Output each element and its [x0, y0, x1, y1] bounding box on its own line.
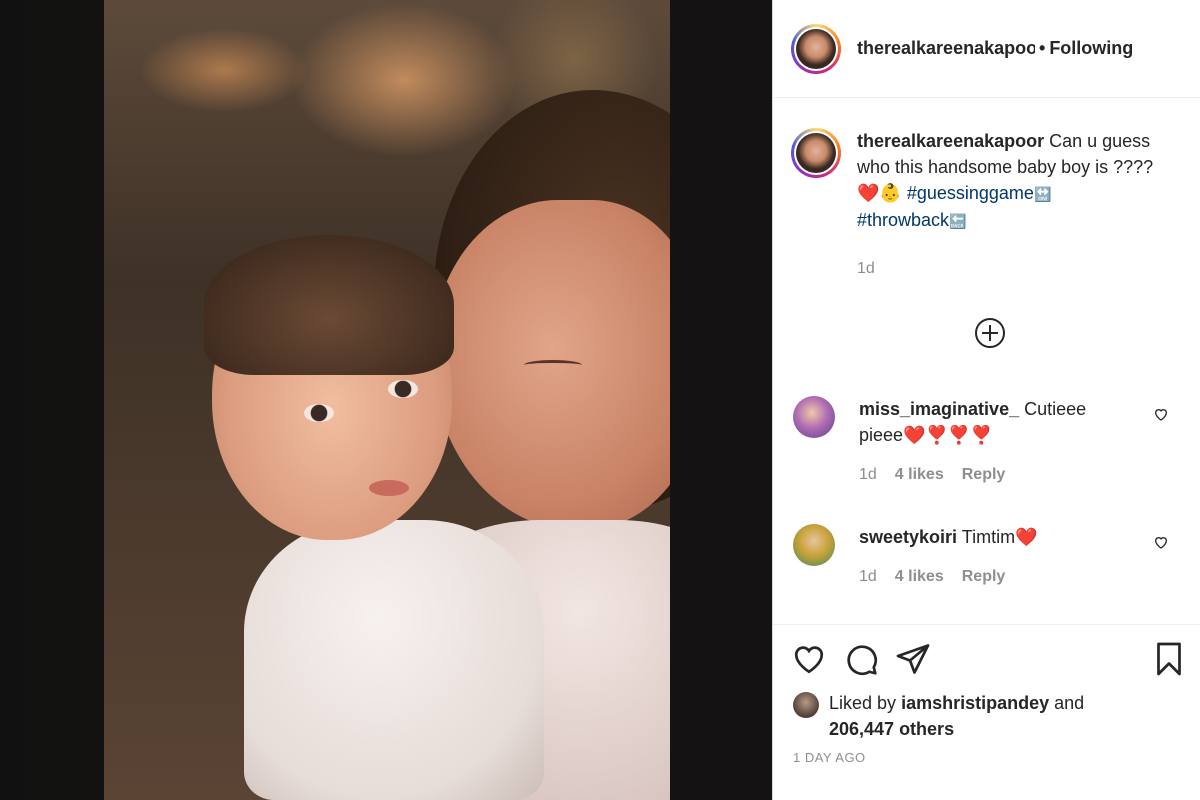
liked-by-text: Liked by iamshristipandey and 206,447 ot…	[829, 690, 1084, 742]
photo-baby-body	[244, 520, 544, 800]
caption-avatar-inner	[794, 131, 838, 175]
author-avatar-inner	[794, 26, 838, 71]
post-action-bar	[773, 624, 1200, 692]
heart-outline-icon	[1154, 537, 1168, 549]
comment-reply-button[interactable]: Reply	[962, 462, 1006, 488]
liked-by-prefix: Liked by	[829, 693, 897, 713]
comment-likes[interactable]: 4 likes	[895, 462, 944, 488]
comment-icon[interactable]	[843, 641, 879, 677]
photo-baby-eye-right	[388, 380, 418, 398]
liker-avatar[interactable]	[793, 692, 819, 718]
like-count-others[interactable]: 206,447 others	[829, 719, 954, 739]
comment-meta: 1d 4 likes Reply	[859, 462, 1129, 488]
commenter-avatar[interactable]	[793, 524, 835, 566]
comment-meta: 1d 4 likes Reply	[859, 564, 1129, 590]
liked-by-connector: and	[1054, 693, 1085, 713]
post-date[interactable]: 1 DAY AGO	[793, 750, 866, 765]
heart-icon[interactable]	[791, 641, 827, 677]
plus-circle-icon[interactable]	[975, 318, 1005, 348]
following-button[interactable]: Following	[1049, 38, 1133, 59]
liked-by-section: Liked by iamshristipandey and 206,447 ot…	[793, 690, 1084, 742]
comment-item: sweetykoiri Timtim❤️ 1d 4 likes Reply	[793, 524, 1193, 590]
photo-dark-edge	[670, 0, 772, 800]
comment-username[interactable]: sweetykoiri	[859, 527, 957, 547]
caption-username[interactable]: therealkareenakapoor	[857, 131, 1044, 151]
header-separator: •	[1039, 38, 1046, 58]
comment-time: 1d	[859, 568, 877, 585]
author-avatar[interactable]	[791, 23, 841, 74]
author-avatar-image	[796, 28, 836, 69]
bookmark-icon[interactable]	[1151, 641, 1187, 677]
plus-icon	[982, 325, 998, 341]
back-arrow-emoji: 🔙	[949, 213, 967, 229]
caption-author-avatar[interactable]	[791, 128, 841, 178]
author-username[interactable]: therealkareenakapoor	[857, 38, 1035, 59]
comment-body: miss_imaginative_ Cutieee pieee❤️❣️❣️❣️ …	[859, 396, 1129, 488]
post-photo-area	[0, 0, 772, 800]
caption-body: therealkareenakapoor Can u guess who thi…	[857, 128, 1177, 282]
comment-body: sweetykoiri Timtim❤️ 1d 4 likes Reply	[859, 524, 1129, 590]
caption-emoji: ❤️👶	[857, 183, 902, 203]
hashtag-throwback[interactable]: #throwback	[857, 210, 949, 230]
share-icon[interactable]	[895, 641, 931, 677]
heart-outline-icon	[1154, 409, 1168, 421]
comment-heart-icon[interactable]	[1153, 406, 1169, 427]
caption-avatar-image	[796, 133, 836, 173]
post-header: therealkareenakapoor • Following	[773, 0, 1200, 98]
photo-baby-eye-left	[304, 404, 334, 422]
liker-username[interactable]: iamshristipandey	[901, 693, 1049, 713]
comment-time: 1d	[859, 466, 877, 483]
photo-mother-eye	[524, 360, 582, 370]
comment-likes[interactable]: 4 likes	[895, 564, 944, 590]
comment-heart-icon[interactable]	[1153, 534, 1169, 555]
caption-time: 1d	[857, 260, 875, 277]
post-side-panel: therealkareenakapoor • Following thereal…	[772, 0, 1200, 800]
hashtag-guessinggame[interactable]: #guessinggame	[907, 183, 1034, 203]
post-photo[interactable]	[104, 0, 772, 800]
photo-baby-mouth	[369, 480, 409, 496]
comment-reply-button[interactable]: Reply	[962, 564, 1006, 590]
post-caption: therealkareenakapoor Can u guess who thi…	[773, 98, 1200, 282]
comment-text: Timtim❤️	[961, 527, 1038, 547]
on-arrow-emoji: 🔛	[1033, 186, 1052, 202]
comment-item: miss_imaginative_ Cutieee pieee❤️❣️❣️❣️ …	[793, 396, 1193, 488]
photo-baby-hair	[204, 235, 454, 375]
comment-username[interactable]: miss_imaginative_	[859, 399, 1019, 419]
commenter-avatar[interactable]	[793, 396, 835, 438]
